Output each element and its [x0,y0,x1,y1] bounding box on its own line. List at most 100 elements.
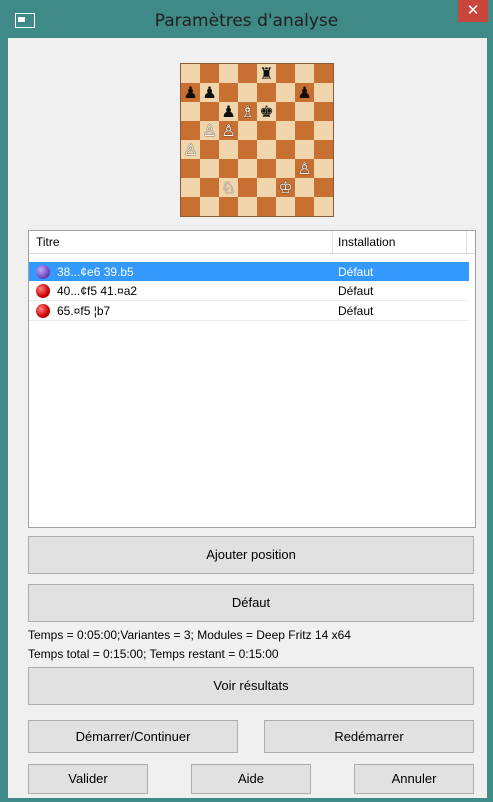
board-square: ♔ [276,178,295,197]
list-item[interactable]: 38...¢e6 39.b5 Défaut [29,262,469,281]
board-square [238,197,257,216]
position-title: 65.¤f5 ¦b7 [57,304,111,318]
board-square [257,197,276,216]
black-pawn-icon: ♟ [183,83,198,102]
default-button[interactable]: Défaut [28,584,474,622]
board-square [276,102,295,121]
board-square [200,102,219,121]
engine-ball-icon [36,284,50,298]
white-king-icon: ♔ [278,178,293,197]
white-pawn-icon: ♙ [202,121,217,140]
column-header-installation[interactable]: Installation [338,235,395,249]
black-king-icon: ♚ [259,102,274,121]
board-square: ♜ [257,64,276,83]
board-square [200,140,219,159]
board-square [181,121,200,140]
board-square [295,178,314,197]
engine-ball-icon [36,304,50,318]
analysis-time-summary: Temps total = 0:15:00; Temps restant = 0… [28,647,279,661]
board-square [295,197,314,216]
board-square [200,159,219,178]
board-square [314,178,333,197]
column-divider[interactable] [466,231,467,253]
board-square [219,197,238,216]
board-square [276,83,295,102]
white-pawn-icon: ♙ [183,140,198,159]
position-title: 40...¢f5 41.¤a2 [57,284,138,298]
board-square [314,197,333,216]
board-square [200,197,219,216]
board-square [314,121,333,140]
validate-button[interactable]: Valider [28,764,148,794]
position-installation: Défaut [338,284,374,298]
board-square: ♙ [295,159,314,178]
list-item[interactable]: 40...¢f5 41.¤a2 Défaut [29,281,469,300]
board-square [314,83,333,102]
board-square [238,83,257,102]
column-divider[interactable] [332,231,333,253]
position-installation: Défaut [338,265,374,279]
board-square [257,178,276,197]
board-square [314,102,333,121]
dialog-body: ♜ ♟ ♟ ♟ ♟ ♗ ♚ ♙ ♙ ♙ ♙ ♘ ♔ Titre Installation 38...¢e… [8,38,487,798]
board-square [314,159,333,178]
board-square [181,197,200,216]
black-pawn-icon: ♟ [202,83,217,102]
black-pawn-icon: ♟ [221,102,236,121]
row-divider [29,320,469,321]
start-continue-button[interactable]: Démarrer/Continuer [28,720,238,753]
analysis-settings-window: Paramètres d'analyse ✕ ♜ ♟ ♟ ♟ ♟ ♗ ♚ ♙ ♙ ♙ ♙ ♘ ♔ Tit… [0,0,493,802]
analysis-settings-summary: Temps = 0:05:00;Variantes = 3; Modules =… [28,628,351,642]
title-bar[interactable]: Paramètres d'analyse ✕ [0,0,493,38]
board-square [219,64,238,83]
restart-button[interactable]: Redémarrer [264,720,474,753]
board-square: ♗ [238,102,257,121]
list-header: Titre Installation [29,231,475,254]
help-button[interactable]: Aide [191,764,311,794]
board-square [219,159,238,178]
board-square [257,140,276,159]
board-square: ♙ [200,121,219,140]
board-square: ♟ [219,102,238,121]
board-square [200,64,219,83]
position-installation: Défaut [338,304,374,318]
board-square: ♘ [219,178,238,197]
board-square [276,64,295,83]
white-pawn-icon: ♙ [221,121,236,140]
white-knight-icon: ♘ [221,178,236,197]
positions-list[interactable]: Titre Installation 38...¢e6 39.b5 Défaut… [28,230,476,528]
board-square [257,121,276,140]
board-square [219,83,238,102]
board-square [238,178,257,197]
board-square [181,102,200,121]
column-header-title[interactable]: Titre [36,235,60,249]
engine-ball-icon [36,265,50,279]
board-square [238,121,257,140]
add-position-button[interactable]: Ajouter position [28,536,474,574]
board-square [238,159,257,178]
board-square: ♙ [181,140,200,159]
board-square [276,121,295,140]
board-square [295,102,314,121]
black-pawn-icon: ♟ [297,83,312,102]
chess-board-preview: ♜ ♟ ♟ ♟ ♟ ♗ ♚ ♙ ♙ ♙ ♙ ♘ ♔ [180,63,334,217]
list-item[interactable]: 65.¤f5 ¦b7 Défaut [29,301,469,320]
board-square [257,159,276,178]
board-square [257,83,276,102]
board-square [276,140,295,159]
close-button[interactable]: ✕ [458,0,488,22]
board-square: ♟ [181,83,200,102]
board-square [295,140,314,159]
board-square [181,178,200,197]
board-square [314,140,333,159]
board-square [181,64,200,83]
white-bishop-icon: ♗ [240,102,255,121]
board-square [276,197,295,216]
board-square [238,140,257,159]
cancel-button[interactable]: Annuler [354,764,474,794]
white-pawn-icon: ♙ [297,159,312,178]
board-square [276,159,295,178]
view-results-button[interactable]: Voir résultats [28,667,474,705]
board-square [314,64,333,83]
board-square [181,159,200,178]
